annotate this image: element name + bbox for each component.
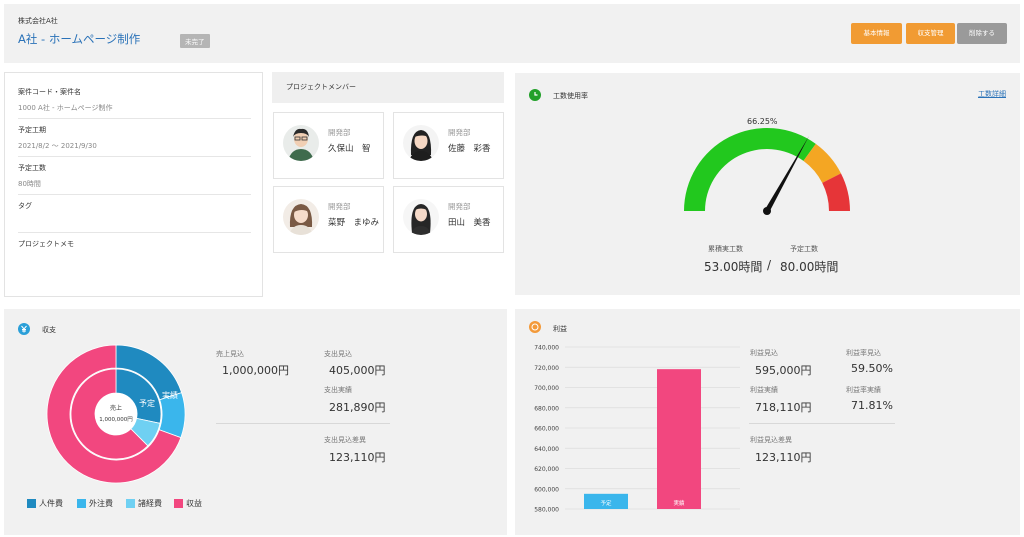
profit-rate-actual-value: 71.81% bbox=[851, 399, 893, 412]
expense-diff-value: 123,110円 bbox=[329, 451, 386, 464]
y-tick-label: 620,000 bbox=[534, 466, 559, 473]
member-card[interactable]: 開発部 菜野 まゆみ bbox=[273, 186, 384, 253]
expense-actual-label: 支出実績 bbox=[324, 386, 352, 394]
legend-swatch bbox=[174, 499, 183, 508]
period-value: 2021/8/2 ～ 2021/9/30 bbox=[18, 142, 97, 150]
sales-label: 売上見込 bbox=[216, 350, 244, 358]
member-avatar bbox=[283, 125, 319, 161]
legend-label: 人件費 bbox=[39, 499, 63, 508]
bar-label: 予定 bbox=[600, 499, 612, 507]
gauge-pivot bbox=[763, 207, 771, 215]
donut-outer-label: 実績 bbox=[162, 390, 178, 400]
bar-actual bbox=[657, 369, 701, 509]
period-label: 予定工期 bbox=[18, 126, 46, 134]
y-tick-label: 680,000 bbox=[534, 405, 559, 412]
members-title: プロジェクトメンバー bbox=[272, 72, 504, 103]
delete-button[interactable]: 削除する bbox=[957, 23, 1007, 44]
y-tick-label: 660,000 bbox=[534, 426, 559, 433]
profit-rate-actual-label: 利益率実績 bbox=[846, 386, 881, 394]
legend-swatch bbox=[27, 499, 36, 508]
expense-estimate-label: 支出見込 bbox=[324, 350, 352, 358]
profit-diff-label: 利益見込差異 bbox=[750, 436, 792, 444]
status-badge: 未完了 bbox=[180, 34, 210, 48]
profit-actual-value: 718,110円 bbox=[755, 401, 812, 414]
expense-actual-value: 281,890円 bbox=[329, 401, 386, 414]
project-info-card: 案件コード・案件名 1000 A社 - ホームページ制作 予定工期 2021/8… bbox=[4, 72, 263, 297]
legend-profit: 収益 bbox=[174, 498, 202, 509]
member-name: 菜野 まゆみ bbox=[328, 218, 380, 228]
sales-value: 1,000,000円 bbox=[222, 364, 289, 377]
member-card[interactable]: 開発部 佐藤 彩香 bbox=[393, 112, 504, 179]
y-tick-label: 720,000 bbox=[534, 365, 559, 372]
tag-label: タグ bbox=[18, 202, 32, 210]
legend-swatch bbox=[77, 499, 86, 508]
legend-outsourcing: 外注費 bbox=[77, 498, 113, 509]
profit-bar-chart: 740,000 720,000 700,000 680,000 660,000 640,0… bbox=[534, 345, 740, 514]
profit-actual-label: 利益実績 bbox=[750, 386, 778, 394]
finance-donut-chart: 売上 1,000,000円 予定 実績 bbox=[46, 344, 186, 484]
profit-panel: 利益 740,000 720,000 700,000 680,000 660,000 64… bbox=[515, 309, 1020, 535]
divider bbox=[749, 423, 895, 424]
expense-diff-label: 支出見込差異 bbox=[324, 436, 366, 444]
legend-misc: 諸経費 bbox=[126, 498, 162, 509]
profit-estimate-label: 利益見込 bbox=[750, 349, 778, 357]
donut-inner-label: 予定 bbox=[139, 398, 155, 408]
member-avatar bbox=[283, 199, 319, 235]
y-tick-label: 640,000 bbox=[534, 446, 559, 453]
member-card[interactable]: 開発部 田山 美香 bbox=[393, 186, 504, 253]
divider bbox=[216, 423, 390, 424]
divider bbox=[18, 156, 251, 157]
profit-estimate-value: 595,000円 bbox=[755, 364, 812, 377]
actual-hours-label: 累積実工数 bbox=[708, 245, 743, 253]
y-tick-label: 700,000 bbox=[534, 385, 559, 392]
donut-center-label: 売上 bbox=[110, 404, 122, 412]
company-name: 株式会社A社 bbox=[18, 17, 58, 25]
profit-rate-estimate-label: 利益率見込 bbox=[846, 349, 881, 357]
finance-management-button[interactable]: 収支管理 bbox=[906, 23, 955, 44]
legend-label: 収益 bbox=[186, 499, 202, 508]
legend-label: 諸経費 bbox=[138, 499, 162, 508]
divider bbox=[18, 118, 251, 119]
member-dept: 開発部 bbox=[328, 128, 351, 137]
legend-label: 外注費 bbox=[89, 499, 113, 508]
legend-swatch bbox=[126, 499, 135, 508]
planned-hours-label: 予定工数 bbox=[790, 245, 818, 253]
project-header: 株式会社A社 A社 - ホームページ制作 未完了 基本情報 収支管理 削除する bbox=[4, 4, 1020, 63]
planned-hours-value: 80.00時間 bbox=[780, 260, 839, 274]
project-members-panel: プロジェクトメンバー 開発部 久保山 智 開発部 佐藤 彩香 開発部 菜野 まゆ… bbox=[272, 72, 506, 297]
code-value: 1000 A社 - ホームページ制作 bbox=[18, 104, 113, 112]
hours-separator: / bbox=[767, 258, 772, 272]
bar-label: 実績 bbox=[673, 499, 685, 507]
effort-usage-panel: 工数使用率 工数詳細 66.25% 累積実工数 予定工数 53.00時間 / 8… bbox=[515, 73, 1020, 295]
actual-hours-value: 53.00時間 bbox=[704, 260, 763, 274]
basic-info-button[interactable]: 基本情報 bbox=[851, 23, 902, 44]
member-name: 佐藤 彩香 bbox=[448, 144, 491, 154]
donut-center-value: 1,000,000円 bbox=[99, 416, 133, 423]
profit-rate-estimate-value: 59.50% bbox=[851, 362, 893, 375]
member-dept: 開発部 bbox=[448, 128, 471, 137]
y-tick-label: 740,000 bbox=[534, 345, 559, 352]
member-dept: 開発部 bbox=[328, 202, 351, 211]
divider bbox=[18, 194, 251, 195]
hours-value: 80時間 bbox=[18, 180, 41, 188]
gauge-percent-label: 66.25% bbox=[747, 117, 778, 126]
donut-center bbox=[95, 393, 137, 435]
member-name: 田山 美香 bbox=[448, 218, 491, 228]
expense-estimate-value: 405,000円 bbox=[329, 364, 386, 377]
member-card[interactable]: 開発部 久保山 智 bbox=[273, 112, 384, 179]
project-title: A社 - ホームページ制作 bbox=[18, 32, 141, 46]
y-tick-label: 600,000 bbox=[534, 486, 559, 493]
y-tick-label: 580,000 bbox=[534, 507, 559, 514]
divider bbox=[18, 232, 251, 233]
code-label: 案件コード・案件名 bbox=[18, 88, 81, 96]
profit-diff-value: 123,110円 bbox=[755, 451, 812, 464]
member-name: 久保山 智 bbox=[328, 144, 371, 154]
member-avatar bbox=[403, 199, 439, 235]
gauge-green-arc bbox=[684, 128, 816, 211]
memo-label: プロジェクトメモ bbox=[18, 240, 74, 248]
legend-labor: 人件費 bbox=[27, 498, 63, 509]
member-dept: 開発部 bbox=[448, 202, 471, 211]
member-avatar bbox=[403, 125, 439, 161]
hours-label: 予定工数 bbox=[18, 164, 46, 172]
